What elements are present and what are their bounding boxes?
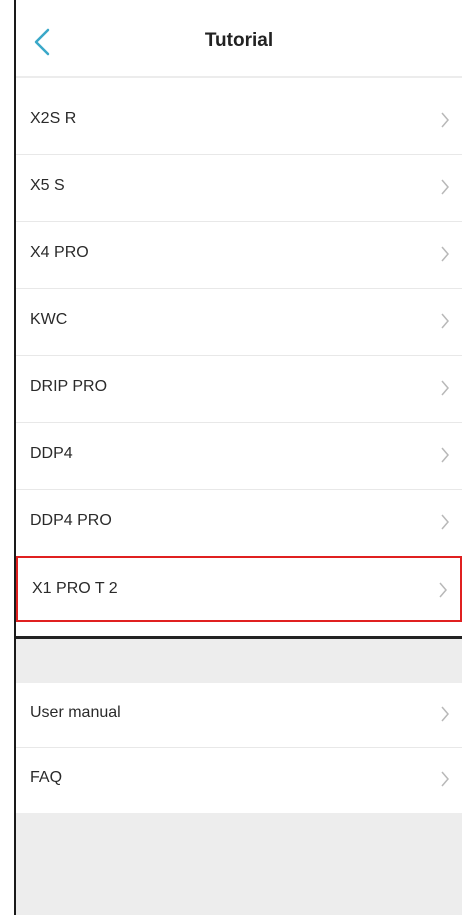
list-item-ddp4[interactable]: DDP4 (16, 422, 462, 489)
list-item-x2s-r[interactable]: X2S R (16, 88, 462, 154)
chevron-right-icon (441, 112, 449, 128)
list-item-label: X5 S (30, 177, 65, 194)
list-item-x5-s[interactable]: X5 S (16, 154, 462, 221)
list-item-label: User manual (30, 704, 121, 721)
chevron-right-icon (441, 771, 449, 787)
list-item-user-manual[interactable]: User manual (16, 683, 462, 747)
chevron-right-icon (441, 313, 449, 329)
chevron-right-icon (441, 447, 449, 463)
page-title: Tutorial (204, 30, 274, 51)
list-item-label: FAQ (30, 769, 63, 786)
list-item-x1-pro-t2[interactable]: X1 PRO T 2 (16, 556, 462, 622)
list-item-label: KWC (30, 311, 68, 328)
list-item-ddp4-pro[interactable]: DDP4 PRO (16, 489, 462, 556)
support-list: User manual FAQ (16, 683, 462, 812)
tutorial-list: X2S R X5 S X4 PRO KWC DRIP PRO DDP4 DDP4… (16, 88, 462, 622)
list-item-label: DDP4 (30, 445, 73, 462)
section-gap (16, 639, 462, 683)
chevron-right-icon (441, 380, 449, 396)
list-item-label: X4 PRO (30, 244, 89, 261)
chevron-right-icon (439, 582, 447, 598)
list-item-faq[interactable]: FAQ (16, 747, 462, 812)
list-item-kwc[interactable]: KWC (16, 288, 462, 355)
list-item-label: X2S R (30, 110, 77, 127)
list-item-x4-pro[interactable]: X4 PRO (16, 221, 462, 288)
back-button[interactable] (26, 24, 62, 60)
list-item-label: DDP4 PRO (30, 512, 112, 529)
chevron-right-icon (441, 179, 449, 195)
chevron-right-icon (441, 706, 449, 722)
chevron-left-icon (34, 28, 50, 56)
tutorial-screen: Tutorial X2S R X5 S X4 PRO KWC DRIP PRO (16, 8, 462, 915)
chevron-right-icon (441, 246, 449, 262)
chevron-right-icon (441, 514, 449, 530)
empty-area (16, 813, 462, 915)
list-item-drip-pro[interactable]: DRIP PRO (16, 355, 462, 422)
list-item-label: DRIP PRO (30, 378, 108, 395)
list-item-label: X1 PRO T 2 (32, 580, 118, 597)
app-frame: Tutorial X2S R X5 S X4 PRO KWC DRIP PRO (0, 0, 462, 915)
header-bar: Tutorial (16, 8, 462, 78)
